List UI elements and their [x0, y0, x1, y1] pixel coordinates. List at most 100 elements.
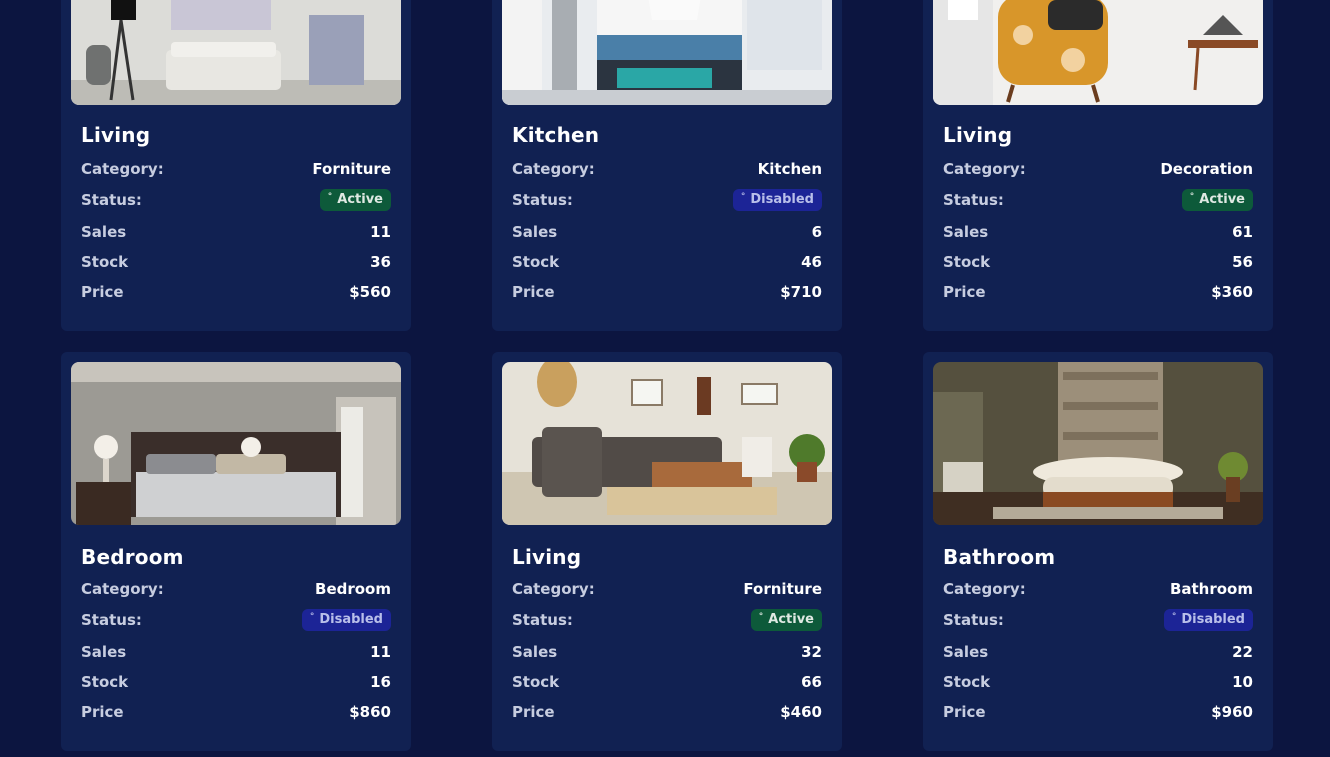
status-row: Status: ° Disabled	[81, 609, 391, 631]
price-value: $960	[1211, 703, 1253, 721]
price-value: $460	[780, 703, 822, 721]
product-image	[71, 0, 401, 105]
stock-row: Stock 10	[943, 671, 1253, 693]
price-label: Price	[512, 703, 555, 721]
category-value: Bathroom	[1169, 580, 1253, 598]
product-card[interactable]: Living Category: Forniture Status: ° Acti…	[61, 0, 411, 331]
category-value: Forniture	[743, 580, 822, 598]
status-label: Status:	[81, 611, 142, 629]
category-label: Category:	[512, 160, 595, 178]
stock-row: Stock 46	[512, 251, 822, 273]
sales-value: 6	[811, 223, 822, 241]
status-row: Status: ° Disabled	[512, 189, 822, 211]
sales-row: Sales 22	[943, 641, 1253, 663]
sales-row: Sales 32	[512, 641, 822, 663]
sales-row: Sales 11	[81, 221, 391, 243]
stock-row: Stock 56	[943, 251, 1253, 273]
product-title: Living	[943, 123, 1013, 147]
status-text: Disabled	[319, 612, 383, 627]
status-dot: °	[309, 611, 315, 622]
sales-row: Sales 6	[512, 221, 822, 243]
category-label: Category:	[81, 580, 164, 598]
stock-label: Stock	[943, 673, 991, 691]
category-row: Category: Bedroom	[81, 578, 391, 600]
category-label: Category:	[512, 580, 595, 598]
price-row: Price $560	[81, 281, 391, 303]
stock-label: Stock	[81, 253, 129, 271]
category-label: Category:	[81, 160, 164, 178]
price-label: Price	[81, 283, 124, 301]
stock-row: Stock 16	[81, 671, 391, 693]
category-row: Category: Kitchen	[512, 158, 822, 180]
sales-value: 22	[1232, 643, 1253, 661]
stock-label: Stock	[943, 253, 991, 271]
status-dot: °	[740, 191, 746, 202]
status-badge: ° Disabled	[732, 189, 822, 211]
price-label: Price	[943, 703, 986, 721]
stock-label: Stock	[81, 673, 129, 691]
product-card[interactable]: Kitchen Category: Kitchen Status: ° Disab…	[492, 0, 842, 331]
category-row: Category: Decoration	[943, 158, 1253, 180]
status-dot: °	[1189, 191, 1195, 202]
status-label: Status:	[943, 611, 1004, 629]
status-dot: °	[758, 611, 764, 622]
status-badge: ° Active	[750, 609, 822, 631]
sales-value: 61	[1232, 223, 1253, 241]
product-card[interactable]: Living Category: Decoration Status: ° Act…	[923, 0, 1273, 331]
price-row: Price $360	[943, 281, 1253, 303]
status-row: Status: ° Active	[81, 189, 391, 211]
category-row: Category: Bathroom	[943, 578, 1253, 600]
stock-value: 46	[801, 253, 822, 271]
product-card[interactable]: Bathroom Category: Bathroom Status: ° Dis…	[923, 352, 1273, 751]
price-value: $560	[349, 283, 391, 301]
product-title: Kitchen	[512, 123, 600, 147]
sales-row: Sales 61	[943, 221, 1253, 243]
category-label: Category:	[943, 160, 1026, 178]
price-row: Price $860	[81, 701, 391, 723]
sales-value: 32	[801, 643, 822, 661]
price-value: $860	[349, 703, 391, 721]
price-row: Price $460	[512, 701, 822, 723]
price-label: Price	[512, 283, 555, 301]
status-text: Active	[768, 612, 814, 627]
category-value: Forniture	[312, 160, 391, 178]
stock-value: 36	[370, 253, 391, 271]
product-title: Living	[512, 545, 582, 569]
price-value: $360	[1211, 283, 1253, 301]
category-row: Category: Forniture	[512, 578, 822, 600]
price-row: Price $710	[512, 281, 822, 303]
category-value: Kitchen	[757, 160, 822, 178]
product-image	[502, 362, 832, 525]
category-label: Category:	[943, 580, 1026, 598]
stock-label: Stock	[512, 253, 560, 271]
status-row: Status: ° Active	[512, 609, 822, 631]
sales-label: Sales	[81, 643, 127, 661]
status-badge: ° Disabled	[1163, 609, 1253, 631]
product-title: Living	[81, 123, 151, 147]
status-label: Status:	[81, 191, 142, 209]
status-text: Active	[1199, 192, 1245, 207]
status-text: Disabled	[750, 192, 814, 207]
product-card[interactable]: Living Category: Forniture Status: ° Acti…	[492, 352, 842, 751]
product-image	[933, 362, 1263, 525]
price-value: $710	[780, 283, 822, 301]
product-image	[933, 0, 1263, 105]
status-label: Status:	[512, 611, 573, 629]
stock-label: Stock	[512, 673, 560, 691]
category-value: Decoration	[1160, 160, 1253, 178]
status-text: Disabled	[1181, 612, 1245, 627]
sales-row: Sales 11	[81, 641, 391, 663]
stock-row: Stock 36	[81, 251, 391, 273]
product-title: Bedroom	[81, 545, 184, 569]
product-grid: Living Category: Forniture Status: ° Acti…	[0, 0, 1330, 757]
sales-label: Sales	[81, 223, 127, 241]
product-image	[502, 0, 832, 105]
status-badge: ° Active	[1181, 189, 1253, 211]
stock-value: 16	[370, 673, 391, 691]
sales-value: 11	[370, 643, 391, 661]
sales-label: Sales	[943, 223, 989, 241]
status-dot: °	[1171, 611, 1177, 622]
product-card[interactable]: Bedroom Category: Bedroom Status: ° Disab…	[61, 352, 411, 751]
status-badge: ° Active	[319, 189, 391, 211]
stock-value: 66	[801, 673, 822, 691]
